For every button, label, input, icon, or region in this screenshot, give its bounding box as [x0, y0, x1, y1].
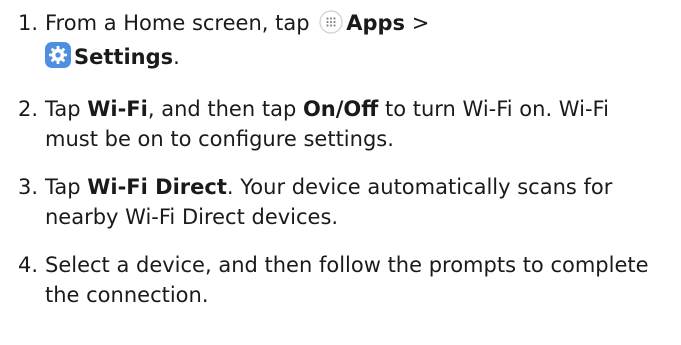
step-text: From a Home screen, tap — [45, 11, 317, 35]
settings-gear-icon — [45, 42, 71, 76]
step-number: 1. — [18, 11, 39, 35]
step-2: 2. Tap Wi-Fi, and then tap On/Off to tur… — [18, 94, 668, 154]
apps-label: Apps — [346, 11, 406, 35]
wifi-label: Wi-Fi — [87, 97, 148, 121]
step-number: 2. — [18, 97, 39, 121]
step-text: Tap — [45, 97, 88, 121]
step-number: 4. — [18, 253, 39, 277]
on-off-label: On/Off — [302, 97, 379, 121]
apps-grid-icon — [319, 10, 343, 42]
separator: > — [405, 11, 430, 35]
step-suffix: . — [173, 45, 180, 69]
step-3: 3. Tap Wi-Fi Direct. Your device automat… — [18, 172, 668, 232]
wifi-direct-label: Wi-Fi Direct — [87, 175, 227, 199]
instruction-steps: 1. From a Home screen, tap Apps > Settin… — [18, 8, 668, 310]
step-4: 4. Select a device, and then follow the … — [18, 250, 668, 310]
settings-label: Settings — [74, 45, 174, 69]
step-text: Select a device, and then follow the pro… — [45, 253, 649, 307]
step-text: , and then tap — [147, 97, 303, 121]
step-1: 1. From a Home screen, tap Apps > Settin… — [18, 8, 668, 76]
step-number: 3. — [18, 175, 39, 199]
step-text: Tap — [45, 175, 88, 199]
